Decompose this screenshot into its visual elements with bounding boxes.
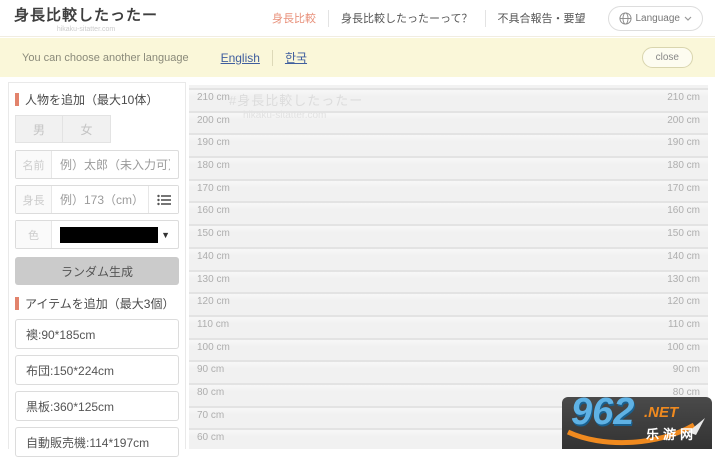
- item-button-vending-machine[interactable]: 自動販売機:114*197cm: [15, 427, 179, 457]
- height-input[interactable]: [52, 186, 148, 213]
- scale-label-left: 90 cm: [197, 364, 224, 375]
- scale-row: 190 cm 190 cm: [189, 133, 708, 156]
- color-field-row: 色 ▼: [15, 220, 179, 249]
- scale-label-left: 170 cm: [197, 183, 230, 194]
- scale-label-left: 80 cm: [197, 387, 224, 398]
- color-swatch: [60, 227, 158, 243]
- scale-row: 200 cm 200 cm: [189, 111, 708, 134]
- height-field-label: 身長: [16, 186, 52, 213]
- site-logo[interactable]: 身長比較したったー hikaku-sitatter.com: [14, 4, 158, 33]
- app-header: 身長比較したったー hikaku-sitatter.com 身長比較 身長比較し…: [0, 0, 715, 37]
- scale-label-left: 180 cm: [197, 160, 230, 171]
- scale-label-right: 100 cm: [667, 342, 700, 353]
- scale-rows: 210 cm 210 cm 200 cm 200 cm 190 cm 190 cm 180 …: [189, 88, 708, 449]
- section-marker: [15, 93, 19, 106]
- logo-net-suffix: .NET: [644, 404, 678, 421]
- banner-divider: [272, 50, 273, 66]
- globe-icon: [619, 12, 632, 25]
- scale-row: 120 cm 120 cm: [189, 292, 708, 315]
- scale-label-right: 160 cm: [667, 205, 700, 216]
- name-input[interactable]: [52, 151, 178, 178]
- scale-label-left: 210 cm: [197, 92, 230, 103]
- scale-label-right: 210 cm: [667, 92, 700, 103]
- scale-row: 180 cm 180 cm: [189, 156, 708, 179]
- scale-row: 170 cm 170 cm: [189, 179, 708, 202]
- 962net-watermark-logo: 962 .NET 乐游网: [562, 397, 712, 449]
- scale-row: 210 cm 210 cm: [189, 88, 708, 111]
- scale-label-left: 100 cm: [197, 342, 230, 353]
- item-button-futon[interactable]: 布団:150*224cm: [15, 355, 179, 385]
- scale-label-right: 180 cm: [667, 160, 700, 171]
- name-field-label: 名前: [16, 151, 52, 178]
- caret-down-icon: ▼: [161, 230, 170, 240]
- logo-number: 962: [571, 397, 634, 434]
- scale-label-left: 140 cm: [197, 251, 230, 262]
- item-button-fusuma[interactable]: 襖:90*185cm: [15, 319, 179, 349]
- name-field-row: 名前: [15, 150, 179, 179]
- scale-label-right: 170 cm: [667, 183, 700, 194]
- scale-label-left: 110 cm: [197, 319, 229, 330]
- scale-label-left: 200 cm: [197, 115, 230, 126]
- control-sidebar: 人物を追加（最大10体） 男 女 名前 身長 色 ▼ ランダム生成 アイ: [8, 82, 186, 449]
- list-icon: [157, 194, 171, 206]
- site-domain: hikaku-sitatter.com: [14, 26, 158, 33]
- scale-label-left: 60 cm: [197, 432, 224, 443]
- section-marker: [15, 297, 19, 310]
- scale-row: 160 cm 160 cm: [189, 201, 708, 224]
- scale-label-left: 190 cm: [197, 137, 230, 148]
- scale-label-right: 110 cm: [668, 319, 700, 330]
- height-field-row: 身長: [15, 185, 179, 214]
- logo-chinese-caption: 乐游网: [646, 424, 697, 443]
- banner-link-korean[interactable]: 한국: [285, 49, 307, 66]
- item-section-header: アイテムを追加（最大3個）: [15, 295, 179, 312]
- gender-tab-female[interactable]: 女: [63, 115, 111, 143]
- language-button-label: Language: [636, 13, 681, 24]
- scale-label-right: 200 cm: [667, 115, 700, 126]
- scale-label-right: 190 cm: [667, 137, 700, 148]
- color-dropdown[interactable]: ▼: [52, 221, 178, 248]
- scale-label-right: 120 cm: [667, 296, 700, 307]
- scale-row: 100 cm 100 cm: [189, 338, 708, 361]
- color-field-label: 色: [16, 221, 52, 248]
- nav-item-about[interactable]: 身長比較したったーって？: [329, 10, 484, 26]
- scale-row: 140 cm 140 cm: [189, 247, 708, 270]
- banner-close-button[interactable]: close: [642, 47, 693, 68]
- site-title: 身長比較したったー: [14, 4, 158, 25]
- nav-item-height-compare[interactable]: 身長比較: [260, 10, 328, 26]
- language-button[interactable]: Language: [608, 6, 704, 31]
- item-section-title: アイテムを追加（最大3個）: [25, 295, 174, 312]
- random-generate-button[interactable]: ランダム生成: [15, 257, 179, 285]
- scale-label-left: 130 cm: [197, 274, 230, 285]
- scale-label-right: 130 cm: [667, 274, 700, 285]
- height-preset-list-button[interactable]: [148, 186, 178, 213]
- banner-message: You can choose another language: [22, 52, 189, 64]
- gender-tab-male[interactable]: 男: [15, 115, 63, 143]
- language-banner: You can choose another language English …: [0, 38, 715, 77]
- scale-label-left: 120 cm: [197, 296, 230, 307]
- scale-row: 110 cm 110 cm: [189, 315, 708, 338]
- person-section-header: 人物を追加（最大10体）: [15, 91, 179, 108]
- scale-label-right: 90 cm: [673, 364, 700, 375]
- chevron-down-icon: [684, 16, 692, 21]
- gender-tabs: 男 女: [15, 115, 179, 143]
- scale-row: 90 cm 90 cm: [189, 360, 708, 383]
- scale-row: 130 cm 130 cm: [189, 270, 708, 293]
- scale-label-left: 160 cm: [197, 205, 230, 216]
- nav-item-feedback[interactable]: 不具合報告・要望: [486, 10, 598, 26]
- scale-label-left: 70 cm: [197, 410, 224, 421]
- height-comparison-canvas[interactable]: 210 cm 210 cm 200 cm 200 cm 190 cm 190 cm 180 …: [189, 85, 708, 449]
- person-section-title: 人物を追加（最大10体）: [25, 91, 158, 108]
- scale-row: 150 cm 150 cm: [189, 224, 708, 247]
- header-nav: 身長比較 身長比較したったーって？ 不具合報告・要望 Language: [260, 6, 703, 31]
- item-button-blackboard[interactable]: 黒板:360*125cm: [15, 391, 179, 421]
- scale-label-right: 140 cm: [667, 251, 700, 262]
- scale-label-left: 150 cm: [197, 228, 230, 239]
- scale-label-right: 150 cm: [667, 228, 700, 239]
- banner-link-english[interactable]: English: [221, 51, 260, 65]
